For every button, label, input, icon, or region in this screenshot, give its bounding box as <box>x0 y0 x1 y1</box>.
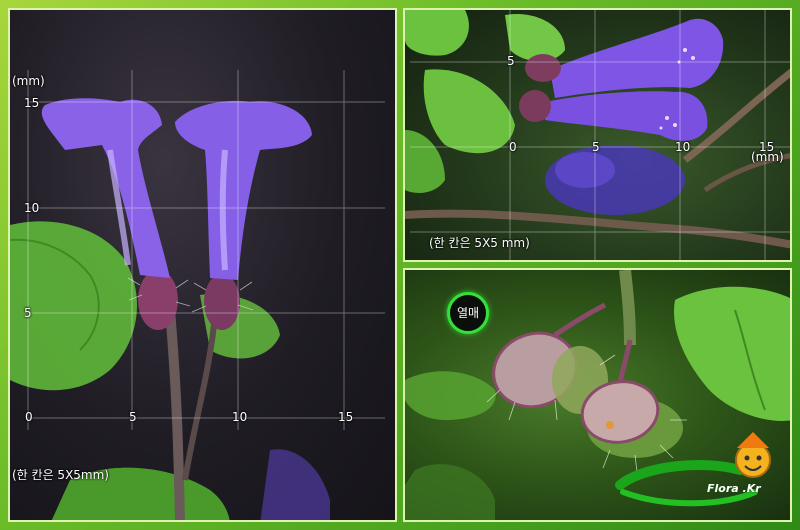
unit-label: (mm) <box>12 74 45 88</box>
y-tick-label: 15 <box>24 96 40 110</box>
x-tick-label: 10 <box>675 140 691 154</box>
top-right-flower-photo: 5 0 5 10 15 (mm) (한 칸은 5X5 mm) <box>403 8 792 262</box>
x-tick-label: 15 <box>338 410 354 424</box>
site-logo-text: Flora .Kr <box>707 482 761 495</box>
bottom-right-fruit-photo: 열매 Flora .Kr <box>403 268 792 522</box>
fruit-badge: 열매 <box>447 292 489 334</box>
scale-caption: (한 칸은 5X5mm) <box>12 468 109 482</box>
x-tick-label: 5 <box>129 410 137 424</box>
unit-label: (mm) <box>751 150 784 164</box>
scale-caption: (한 칸은 5X5 mm) <box>429 236 530 250</box>
y-tick-label: 5 <box>24 306 32 320</box>
y-tick-label: 10 <box>24 201 40 215</box>
x-tick-label: 0 <box>25 410 33 424</box>
x-tick-label: 0 <box>509 140 517 154</box>
y-tick-label: 5 <box>507 54 515 68</box>
x-tick-label: 5 <box>592 140 600 154</box>
x-tick-label: 10 <box>232 410 248 424</box>
top-right-photo-art <box>405 10 790 260</box>
left-photo-art <box>10 70 385 520</box>
left-flower-photo: (mm) 15 10 5 0 5 10 15 (한 칸은 5X5mm) <box>8 8 397 522</box>
